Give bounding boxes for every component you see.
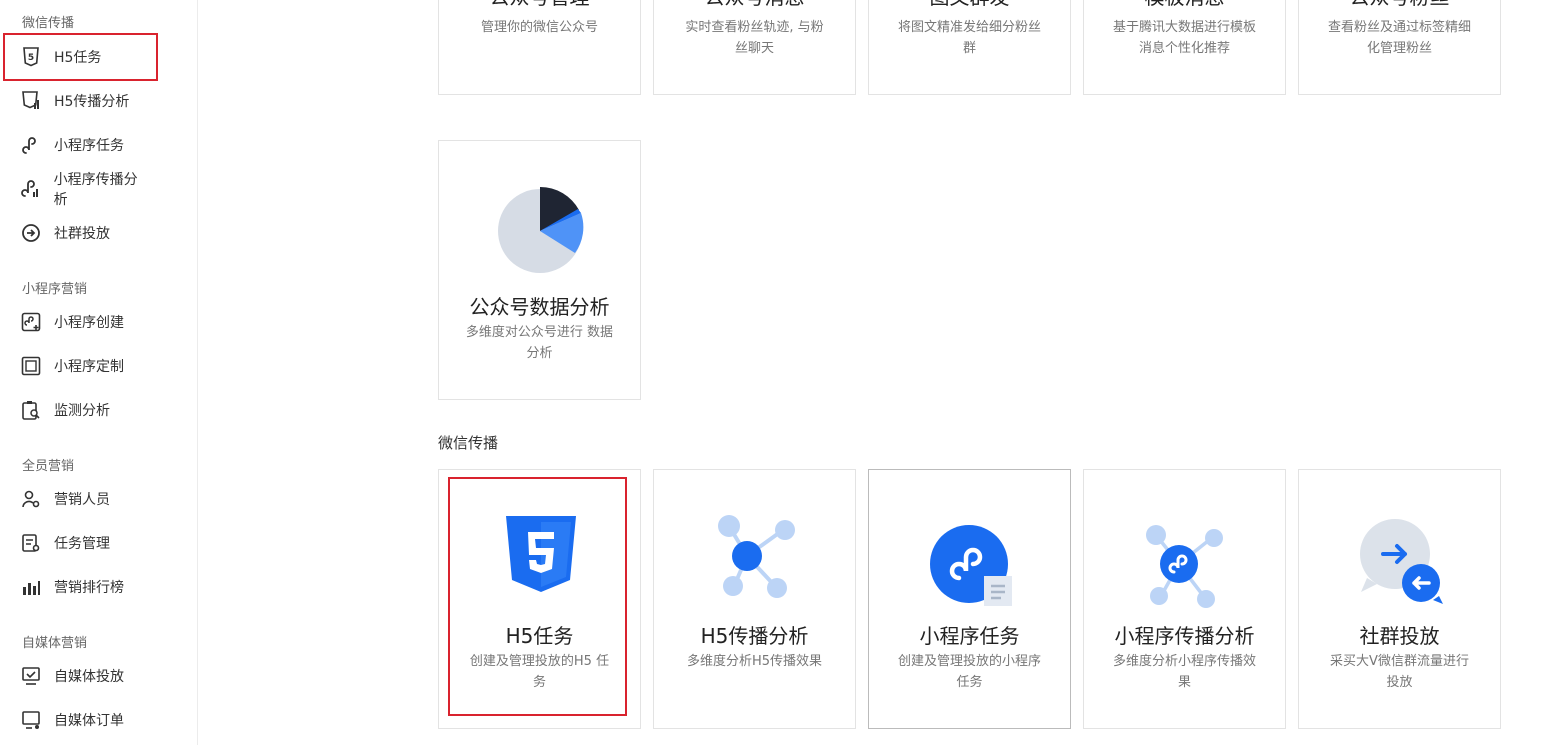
card-h5-analysis[interactable]: H5传播分析 多维度分析H5传播效果: [653, 469, 856, 729]
card-title: 公众号数据分析: [469, 295, 610, 319]
monitor-check-icon: [20, 665, 42, 687]
sidebar-item-label: 小程序任务: [54, 138, 124, 154]
sidebar-item-label: 自媒体订单: [54, 713, 124, 729]
sidebar: 微信传播 5 H5任务 H5传播分析 小程序任务 小程序传播分析 社群投放 小程…: [0, 0, 198, 745]
card-official-account-message[interactable]: 公众号消息 实时查看粉丝轨迹, 与粉丝聊天: [653, 0, 856, 95]
card-title: 公众号粉丝: [1299, 0, 1500, 10]
miniprogram-analysis-icon: [20, 178, 42, 200]
section-title-wechat-spread: 微信传播: [438, 434, 499, 452]
sidebar-item-miniprogram-custom[interactable]: 小程序定制: [10, 349, 150, 383]
sidebar-section-title: 自媒体营销: [22, 636, 88, 651]
card-description: 实时查看粉丝轨迹, 与粉丝聊天: [685, 20, 824, 56]
clipboard-search-icon: [20, 399, 42, 421]
card-title: 公众号管理: [439, 0, 640, 10]
sidebar-section-title: 全员营销: [22, 459, 75, 474]
card-title: H5传播分析: [700, 624, 809, 648]
network-nodes-icon: [718, 515, 795, 598]
sidebar-item-label: H5任务: [54, 50, 102, 66]
card-description: 多维度分析小程序传播效果: [1112, 654, 1256, 690]
card-official-account-manage[interactable]: 公众号管理 管理你的微信公众号: [438, 0, 641, 95]
miniprogram-create-icon: [20, 311, 42, 333]
sidebar-item-label: H5传播分析: [54, 94, 130, 110]
card-description: 多维度分析H5传播效果: [686, 654, 823, 669]
sidebar-item-label: 监测分析: [54, 403, 110, 419]
card-miniprogram-analysis[interactable]: 小程序传播分析 多维度分析小程序传播效果: [1083, 469, 1286, 729]
sidebar-item-label: 社群投放: [54, 226, 110, 242]
card-title: 图文群发: [869, 0, 1070, 10]
bar-chart-icon: [20, 576, 42, 598]
sidebar-item-miniprogram-create[interactable]: 小程序创建: [10, 305, 150, 339]
html5-analysis-icon: [20, 90, 42, 112]
card-community-post[interactable]: 社群投放 采买大V微信群流量进行投放: [1298, 469, 1501, 729]
sidebar-item-media-post[interactable]: 自媒体投放: [10, 659, 150, 693]
sidebar-item-h5-task[interactable]: 5 H5任务: [3, 33, 158, 81]
frame-icon: [20, 355, 42, 377]
card-description: 多维度对公众号进行 数据分析: [465, 325, 614, 361]
highlight-box: [448, 477, 627, 716]
svg-text:5: 5: [28, 53, 34, 63]
card-title: 公众号消息: [654, 0, 855, 10]
task-gear-icon: [20, 532, 42, 554]
sidebar-item-h5-analysis[interactable]: H5传播分析: [10, 84, 150, 118]
main-content: 公众号管理 管理你的微信公众号 公众号消息 实时查看粉丝轨迹, 与粉丝聊天 图文…: [198, 0, 1541, 745]
card-description: 管理你的微信公众号: [480, 20, 598, 35]
sidebar-item-monitor[interactable]: 监测分析: [10, 393, 150, 427]
miniprogram-network-icon: [1146, 525, 1223, 608]
monitor-cart-icon: [20, 709, 42, 731]
sidebar-item-miniprogram-task[interactable]: 小程序任务: [10, 128, 150, 162]
card-description: 基于腾讯大数据进行模板消息个性化推荐: [1112, 20, 1256, 56]
sidebar-item-label: 小程序传播分析: [53, 172, 138, 208]
card-title: 小程序传播分析: [1114, 624, 1255, 648]
user-gear-icon: [20, 488, 42, 510]
card-miniprogram-task[interactable]: 小程序任务 创建及管理投放的小程序任务: [868, 469, 1071, 729]
share-arrow-icon: [20, 222, 42, 244]
sidebar-item-leaderboard[interactable]: 营销排行榜: [10, 570, 150, 604]
pie-chart-icon: [498, 186, 584, 273]
html5-icon: 5: [20, 46, 42, 68]
card-title: 小程序任务: [919, 624, 1020, 648]
sidebar-item-task-manage[interactable]: 任务管理: [10, 526, 150, 560]
card-template-message[interactable]: 模板消息 基于腾讯大数据进行模板消息个性化推荐: [1083, 0, 1286, 95]
card-official-account-fans[interactable]: 公众号粉丝 查看粉丝及通过标签精细化管理粉丝: [1298, 0, 1501, 95]
sidebar-section-title: 小程序营销: [22, 282, 88, 297]
sidebar-item-media-order[interactable]: 自媒体订单: [10, 703, 150, 737]
card-account-data-analysis[interactable]: 公众号数据分析 多维度对公众号进行 数据分析: [438, 140, 641, 400]
sidebar-item-label: 营销排行榜: [54, 580, 124, 596]
sidebar-item-label: 任务管理: [54, 536, 110, 552]
sidebar-section-title: 微信传播: [22, 16, 75, 31]
card-title: 社群投放: [1359, 624, 1440, 648]
card-description: 将图文精准发给细分粉丝群: [897, 20, 1041, 56]
card-title: 模板消息: [1084, 0, 1285, 10]
miniprogram-icon: [20, 134, 42, 156]
sidebar-item-community[interactable]: 社群投放: [10, 216, 150, 250]
sidebar-item-label: 小程序定制: [54, 359, 124, 375]
card-article-broadcast[interactable]: 图文群发 将图文精准发给细分粉丝群: [868, 0, 1071, 95]
sidebar-item-miniprogram-analysis[interactable]: 小程序传播分析: [10, 172, 150, 208]
sidebar-item-marketers[interactable]: 营销人员: [10, 482, 150, 516]
chat-arrows-icon: [1360, 519, 1443, 604]
miniprogram-doc-icon: [930, 525, 1012, 606]
card-description: 创建及管理投放的小程序任务: [897, 654, 1041, 690]
card-description: 采买大V微信群流量进行投放: [1330, 654, 1469, 690]
sidebar-item-label: 营销人员: [54, 492, 110, 508]
sidebar-item-label: 小程序创建: [54, 315, 124, 331]
sidebar-item-label: 自媒体投放: [54, 669, 124, 685]
card-description: 查看粉丝及通过标签精细化管理粉丝: [1327, 20, 1471, 56]
